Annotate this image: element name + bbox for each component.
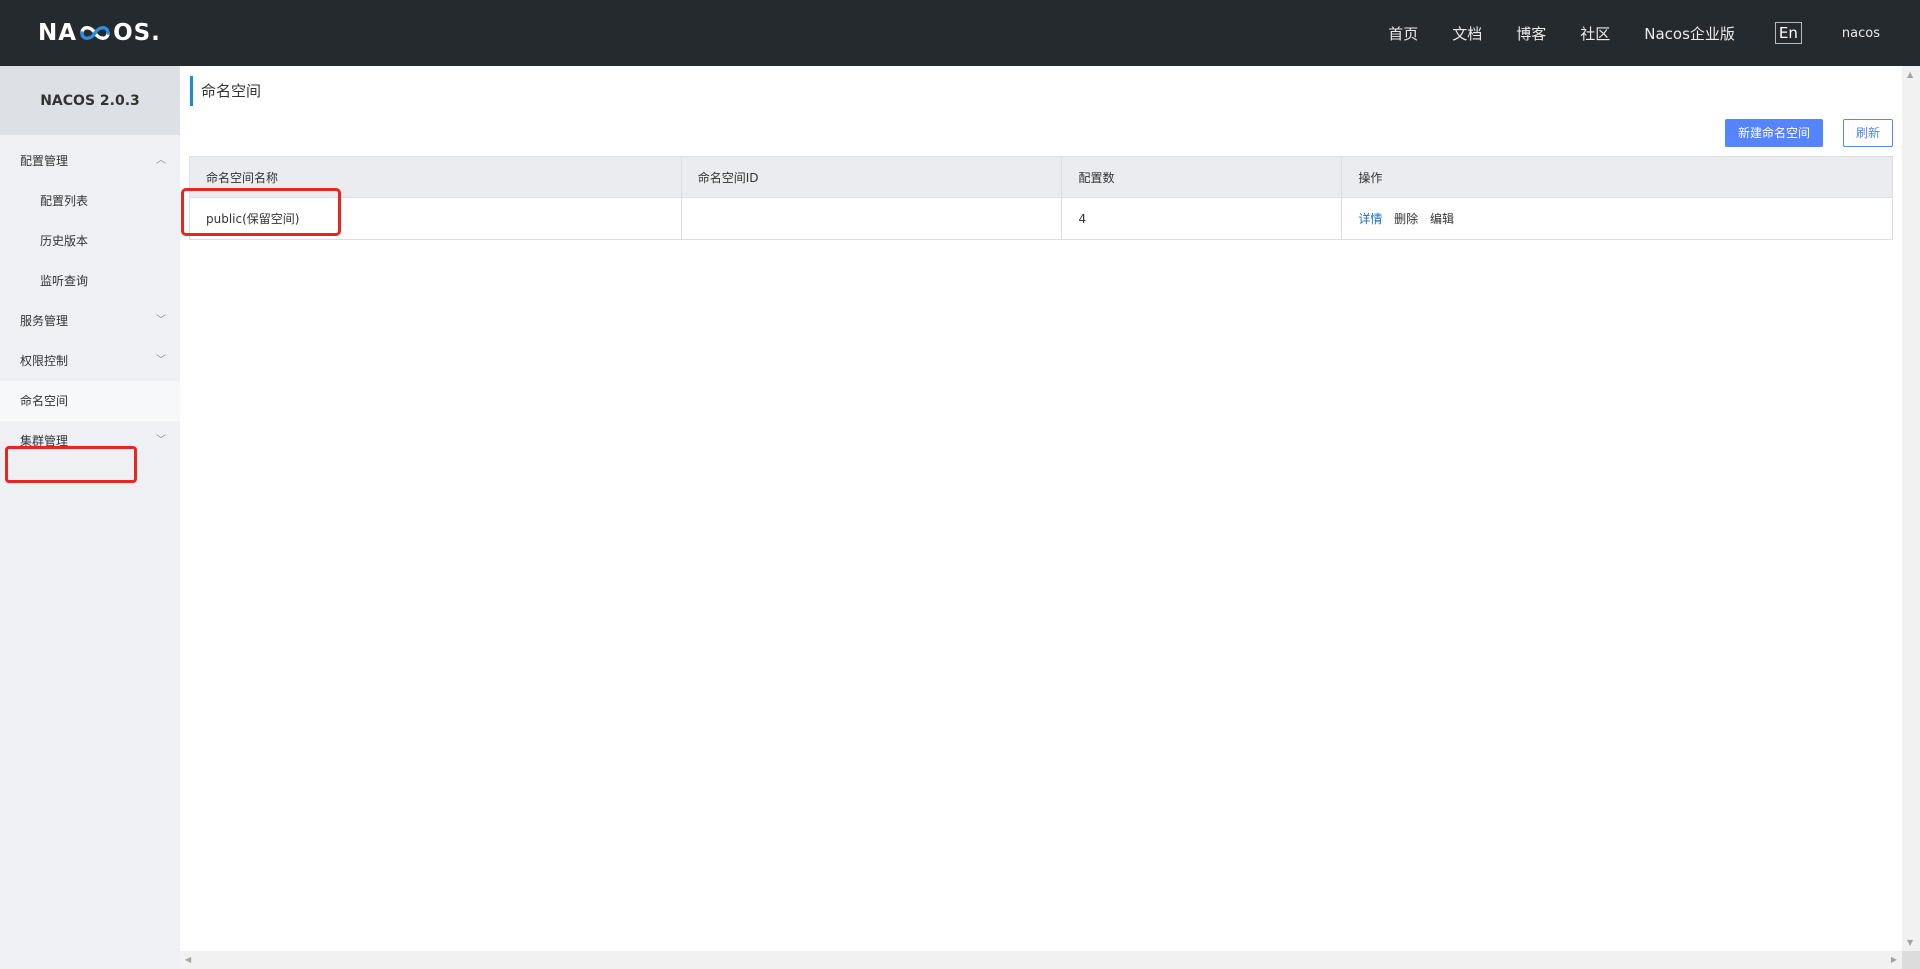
- chevron-down-icon: ﹀: [156, 315, 166, 326]
- chevron-down-icon: ﹀: [156, 355, 166, 366]
- sidebar-brand: NACOS 2.0.3: [0, 66, 180, 135]
- horizontal-scrollbar[interactable]: ◀ ▶: [180, 951, 1902, 969]
- scrollbar-corner: [1902, 951, 1920, 969]
- table-row: public(保留空间) 4 详情 删除 编辑: [189, 197, 1893, 240]
- edit-link[interactable]: 编辑: [1430, 212, 1454, 226]
- top-nav: 首页 文档 博客 社区 Nacos企业版 En nacos: [1388, 0, 1920, 66]
- column-header-name: 命名空间名称: [189, 156, 682, 198]
- logo-text-left: NA: [38, 20, 78, 46]
- cell-namespace-id: [681, 197, 1063, 240]
- sidebar-item-label: 配置列表: [40, 194, 89, 208]
- nav-home[interactable]: 首页: [1388, 23, 1418, 44]
- sidebar-item-label: 命名空间: [20, 394, 69, 408]
- logo-text-right: OS.: [113, 20, 161, 46]
- column-header-count: 配置数: [1061, 156, 1343, 198]
- table-header-row: 命名空间名称 命名空间ID 配置数 操作: [189, 156, 1893, 198]
- user-name[interactable]: nacos: [1842, 26, 1880, 41]
- scroll-right-icon[interactable]: ▶: [1891, 955, 1897, 964]
- new-namespace-button[interactable]: 新建命名空间: [1725, 119, 1823, 147]
- nav-docs[interactable]: 文档: [1452, 23, 1482, 44]
- details-link[interactable]: 详情: [1358, 212, 1382, 226]
- sidebar-item-cluster-management[interactable]: 集群管理 ﹀: [0, 421, 180, 461]
- delete-link[interactable]: 删除: [1394, 212, 1418, 226]
- sidebar-item-label: 服务管理: [20, 314, 69, 328]
- sidebar-item-listener-query[interactable]: 监听查询: [0, 261, 180, 301]
- vertical-scrollbar[interactable]: ▲ ▼: [1902, 66, 1920, 951]
- cell-actions: 详情 删除 编辑: [1341, 197, 1893, 240]
- namespace-table: 命名空间名称 命名空间ID 配置数 操作 public(保留空间) 4 详情 删…: [189, 156, 1893, 240]
- language-switch[interactable]: En: [1774, 22, 1802, 44]
- chevron-up-icon: ︿: [156, 155, 166, 166]
- sidebar-item-label: 历史版本: [40, 234, 89, 248]
- sidebar-item-config-management[interactable]: 配置管理 ︿: [0, 141, 180, 181]
- column-header-actions: 操作: [1341, 156, 1893, 198]
- sidebar-item-history[interactable]: 历史版本: [0, 221, 180, 261]
- nav-enterprise[interactable]: Nacos企业版: [1644, 23, 1735, 44]
- top-header: NA OS. 首页 文档 博客 社区 Nacos企业版 En nacos: [0, 0, 1920, 66]
- sidebar-item-label: 配置管理: [20, 154, 69, 168]
- main-content: 命名空间 新建命名空间 刷新 命名空间名称 命名空间ID 配置数 操作 publ…: [180, 66, 1902, 951]
- column-header-id: 命名空间ID: [681, 156, 1063, 198]
- cell-namespace-name: public(保留空间): [189, 197, 682, 240]
- scroll-down-icon[interactable]: ▼: [1907, 938, 1913, 947]
- sidebar-item-service-management[interactable]: 服务管理 ﹀: [0, 301, 180, 341]
- sidebar: NACOS 2.0.3 配置管理 ︿ 配置列表 历史版本 监听查询 服务管理 ﹀…: [0, 66, 180, 969]
- nav-blog[interactable]: 博客: [1516, 23, 1546, 44]
- chevron-down-icon: ﹀: [156, 435, 166, 446]
- sidebar-item-namespace[interactable]: 命名空间: [0, 381, 180, 421]
- refresh-button[interactable]: 刷新: [1843, 119, 1893, 147]
- nacos-logo[interactable]: NA OS.: [38, 18, 161, 48]
- sidebar-item-access-control[interactable]: 权限控制 ﹀: [0, 341, 180, 381]
- scroll-left-icon[interactable]: ◀: [185, 955, 191, 964]
- sidebar-item-label: 集群管理: [20, 434, 69, 448]
- scroll-up-icon[interactable]: ▲: [1907, 70, 1913, 79]
- sidebar-menu: 配置管理 ︿ 配置列表 历史版本 监听查询 服务管理 ﹀ 权限控制 ﹀ 命名空间…: [0, 135, 180, 461]
- sidebar-item-config-list[interactable]: 配置列表: [0, 181, 180, 221]
- cell-config-count: 4: [1061, 197, 1343, 240]
- page-title: 命名空间: [190, 76, 261, 106]
- nav-community[interactable]: 社区: [1580, 23, 1610, 44]
- sidebar-item-label: 权限控制: [20, 354, 69, 368]
- sidebar-item-label: 监听查询: [40, 274, 89, 288]
- logo-infinity-icon: [78, 22, 112, 44]
